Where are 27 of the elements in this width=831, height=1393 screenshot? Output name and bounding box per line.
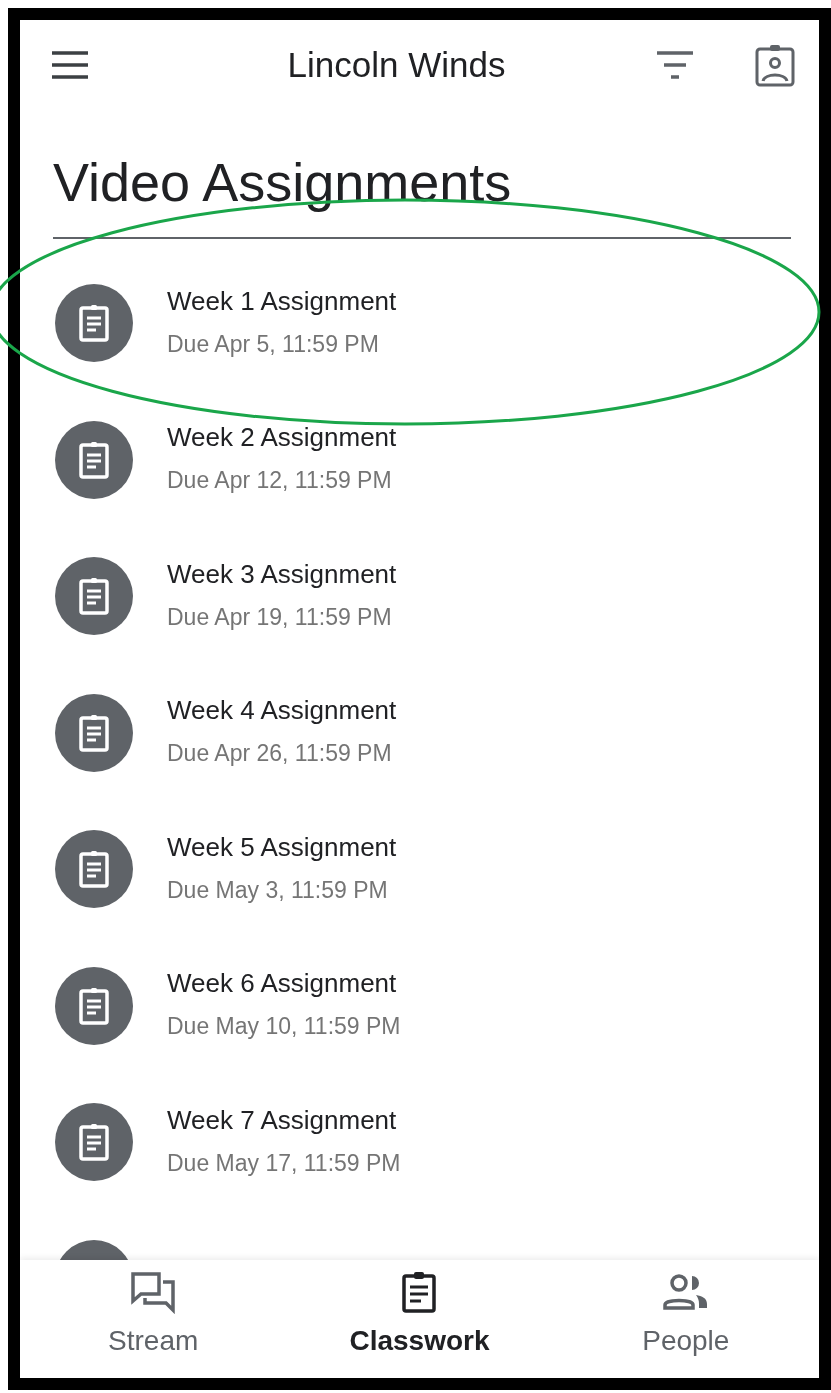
assignment-title: Week 3 Assignment — [167, 557, 397, 591]
assignment-item[interactable]: Week 6 Assignment Due May 10, 11:59 PM — [53, 937, 791, 1074]
assignment-title: Week 5 Assignment — [167, 830, 397, 864]
assignment-item[interactable]: Week 7 Assignment Due May 17, 11:59 PM — [53, 1073, 791, 1211]
assignment-item[interactable]: Week 3 Assignment Due Apr 19, 11:59 PM — [53, 527, 791, 665]
assignment-title: Week 6 Assignment — [167, 967, 398, 1001]
due-date: Due May 3, 11:59 PM — [167, 875, 389, 905]
class-title: Lincoln Winds — [287, 43, 506, 86]
assignment-title: Week 2 Assignment — [167, 421, 397, 455]
assignment-item[interactable]: Week 5 Assignment Due May 3, 11:59 PM — [53, 800, 791, 938]
nav-tab[interactable]: People — [552, 1260, 819, 1378]
assignment-item[interactable]: Week 2 Assignment Due Apr 12, 11:59 PM — [53, 391, 791, 528]
due-date: Due Apr 19, 11:59 PM — [167, 602, 393, 632]
chat-icon — [129, 1270, 178, 1314]
nav-tab[interactable]: Classwork — [286, 1260, 553, 1378]
assignment-title: Week 1 Assignment — [167, 284, 397, 318]
due-date: Due Apr 12, 11:59 PM — [167, 466, 393, 496]
assignment-item[interactable]: Week 4 Assignment Due Apr 26, 11:59 PM — [53, 664, 791, 801]
assignment-title: Week 4 Assignment — [167, 694, 397, 728]
due-date: Due Apr 26, 11:59 PM — [167, 739, 393, 769]
assignment-title: Week 7 Assignment — [167, 1103, 398, 1137]
topic-heading: Video Assignments — [53, 150, 791, 239]
nav-tab[interactable]: Stream — [20, 1260, 287, 1378]
badge-icon[interactable] — [753, 43, 797, 87]
due-date: Due Apr 5, 11:59 PM — [167, 329, 380, 359]
due-date: Due May 17, 11:59 PM — [167, 1148, 401, 1178]
due-date: Due May 10, 11:59 PM — [167, 1012, 401, 1042]
